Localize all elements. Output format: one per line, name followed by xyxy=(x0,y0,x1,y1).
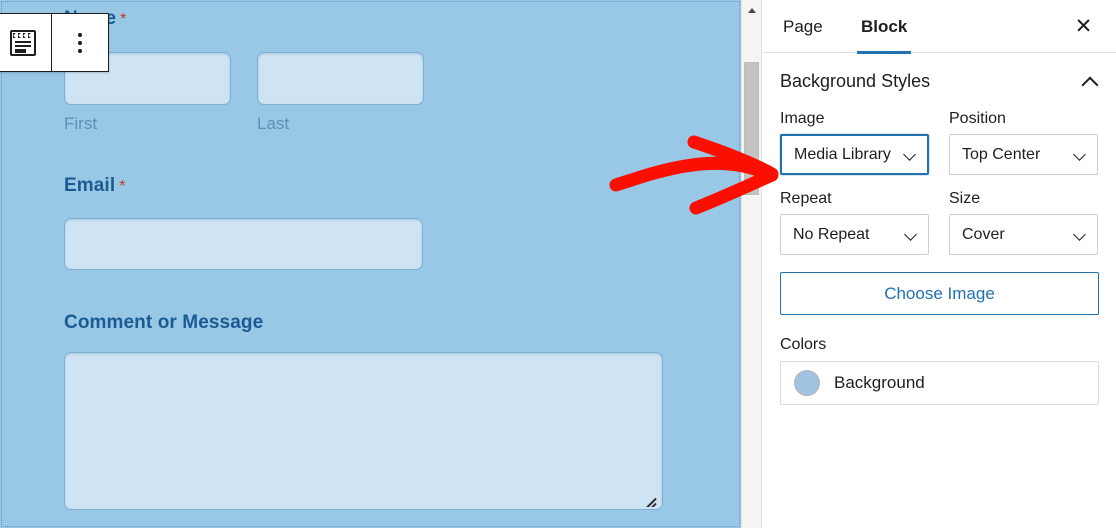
repeat-value: No Repeat xyxy=(793,225,870,243)
tab-page[interactable]: Page xyxy=(779,0,827,53)
repeat-select[interactable]: No Repeat xyxy=(780,214,929,255)
control-position: Position Top Center xyxy=(949,110,1098,190)
color-row-background[interactable]: Background xyxy=(780,361,1099,405)
more-options-button[interactable] xyxy=(52,14,108,71)
control-size: Size Cover xyxy=(949,190,1098,270)
required-marker-name: * xyxy=(120,11,127,28)
image-source-value: Media Library xyxy=(794,145,891,163)
field-label-email: Email * xyxy=(64,175,126,197)
image-source-select[interactable]: Media Library xyxy=(780,134,929,175)
colors-label: Colors xyxy=(780,336,827,353)
position-select[interactable]: Top Center xyxy=(949,134,1098,175)
more-vertical-dots-icon xyxy=(78,32,82,53)
first-name-sublabel: First xyxy=(64,114,98,133)
control-label-size: Size xyxy=(949,190,981,207)
background-color-label: Background xyxy=(834,373,925,392)
control-label-position: Position xyxy=(949,110,1006,127)
section-title: Background Styles xyxy=(780,71,931,91)
background-styles-controls: Image Media Library Position Top Center … xyxy=(763,110,1116,270)
vertical-scroll-thumb[interactable] xyxy=(744,62,759,195)
resize-handle-icon[interactable] xyxy=(646,493,660,507)
form-block[interactable]: Name* First Last Email* Comment or Messa… xyxy=(0,0,741,528)
last-name-sublabel: Last xyxy=(257,114,290,133)
block-toolbar xyxy=(0,13,109,72)
background-color-swatch[interactable] xyxy=(794,370,820,396)
form-block-icon xyxy=(10,29,36,56)
control-label-image: Image xyxy=(780,110,825,127)
field-label-message: Comment or Message xyxy=(64,312,267,334)
field-label-message-text: Comment or Message xyxy=(64,312,264,333)
chevron-up-icon[interactable] xyxy=(1081,73,1099,91)
tab-block[interactable]: Block xyxy=(857,0,912,54)
required-marker-email: * xyxy=(119,178,126,195)
control-label-repeat: Repeat xyxy=(780,190,832,207)
email-input[interactable] xyxy=(64,218,423,270)
size-select[interactable]: Cover xyxy=(949,214,1098,255)
control-image: Image Media Library xyxy=(780,110,929,190)
background-styles-section-header[interactable]: Background Styles xyxy=(763,53,1116,110)
size-value: Cover xyxy=(962,225,1005,243)
chevron-down-icon xyxy=(904,228,918,242)
chevron-down-icon xyxy=(903,148,917,162)
chevron-down-icon xyxy=(1073,228,1087,242)
close-icon[interactable]: ✕ xyxy=(1067,10,1100,43)
position-value: Top Center xyxy=(962,145,1041,163)
scroll-up-arrow-icon[interactable] xyxy=(742,0,761,20)
choose-image-button[interactable]: Choose Image xyxy=(780,272,1099,315)
editor-canvas: Name* First Last Email* Comment or Messa… xyxy=(0,0,741,528)
last-name-input[interactable] xyxy=(257,52,424,105)
form-block-icon-button[interactable] xyxy=(0,14,51,71)
settings-sidebar: Page Block ✕ Background Styles Image Med… xyxy=(763,0,1116,528)
vertical-scrollbar[interactable] xyxy=(741,0,762,528)
field-label-email-text: Email xyxy=(64,175,116,196)
message-textarea[interactable] xyxy=(64,352,663,510)
chevron-down-icon xyxy=(1073,148,1087,162)
sidebar-tab-bar: Page Block ✕ xyxy=(763,0,1116,54)
control-repeat: Repeat No Repeat xyxy=(780,190,929,270)
